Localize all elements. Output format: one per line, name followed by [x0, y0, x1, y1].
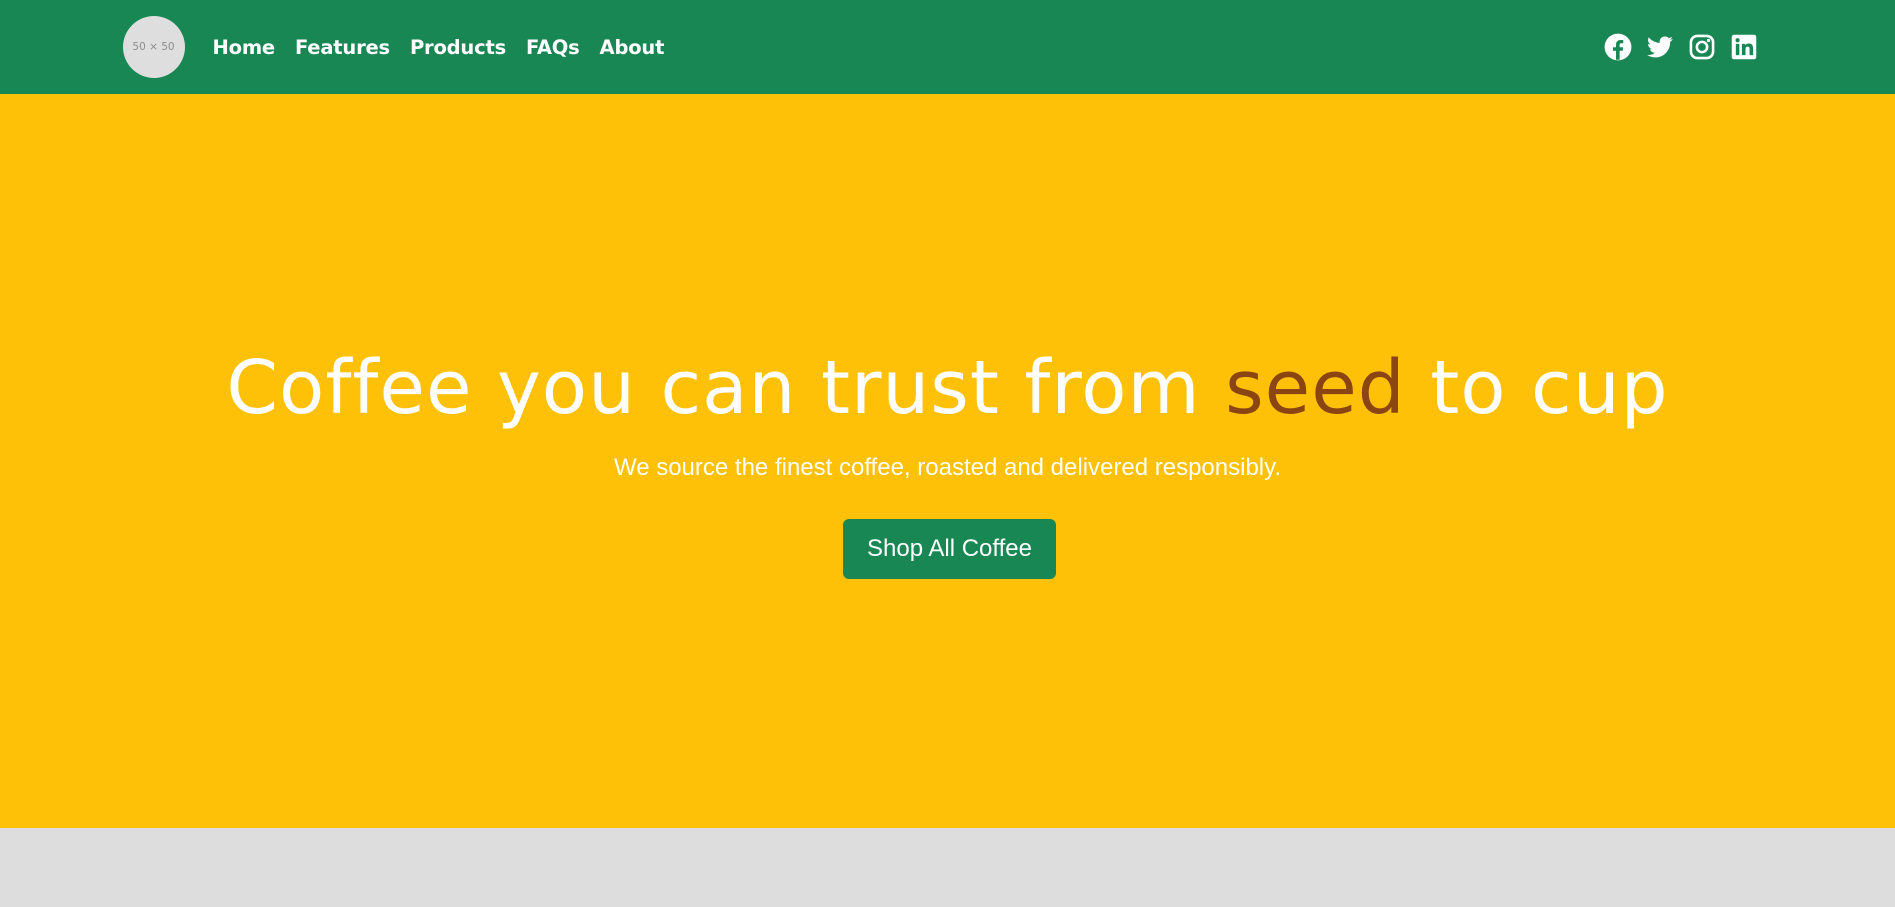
nav-links: Home Features Products FAQs About [203, 36, 675, 59]
nav-link-features[interactable]: Features [295, 36, 390, 59]
nav-link-home[interactable]: Home [213, 36, 276, 59]
hero-title: Coffee you can trust from seed to cup [0, 344, 1895, 433]
hero-title-accent: seed [1225, 345, 1406, 431]
navbar-container: 50 × 50 Home Features Products FAQs Abou… [122, 16, 1773, 78]
hero-title-end: to cup [1405, 345, 1669, 431]
facebook-icon[interactable] [1604, 33, 1632, 61]
shop-all-coffee-button[interactable]: Shop All Coffee [843, 519, 1056, 579]
nav-link-about[interactable]: About [600, 36, 665, 59]
hero-title-start: Coffee you can trust from [226, 345, 1226, 431]
instagram-icon[interactable] [1688, 33, 1716, 61]
hero-subtitle: We source the finest coffee, roasted and… [613, 454, 1282, 481]
nav-link-faqs[interactable]: FAQs [526, 36, 580, 59]
logo-placeholder[interactable]: 50 × 50 [122, 16, 185, 78]
next-section [0, 828, 1895, 907]
hero-section: Coffee you can trust from seed to cup We… [0, 94, 1895, 828]
twitter-icon[interactable] [1646, 33, 1674, 61]
navbar: 50 × 50 Home Features Products FAQs Abou… [0, 0, 1895, 94]
linkedin-icon[interactable] [1730, 33, 1758, 61]
nav-link-products[interactable]: Products [410, 36, 506, 59]
brand: 50 × 50 Home Features Products FAQs Abou… [122, 16, 675, 78]
social-links [1590, 33, 1758, 61]
